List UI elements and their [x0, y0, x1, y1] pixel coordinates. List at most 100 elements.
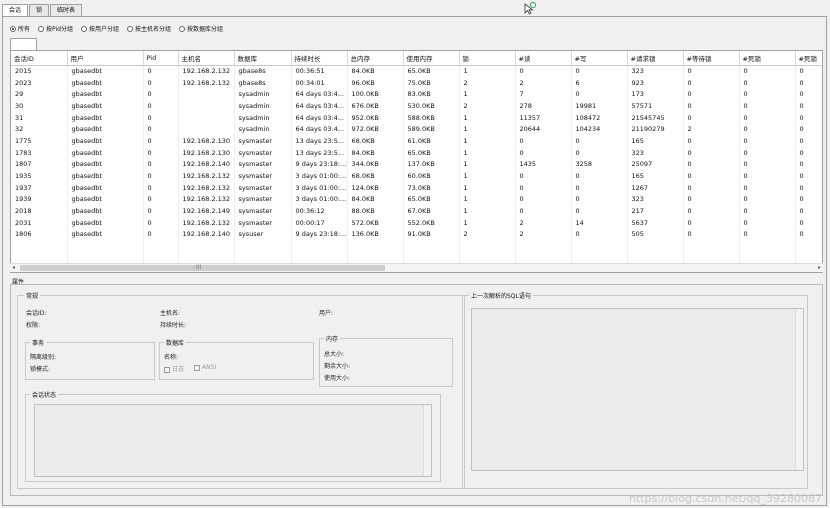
table-cell: 1783 — [11, 146, 68, 159]
table-cell: 0 — [739, 88, 796, 101]
column-header[interactable]: 用户 — [67, 51, 144, 66]
column-header[interactable]: 数据库 — [234, 51, 292, 66]
tab-temp-tables[interactable]: 临时表 — [50, 4, 83, 16]
table-cell — [234, 252, 292, 264]
transaction-group-title: 事务 — [30, 338, 47, 347]
table-cell: 68.0KB — [347, 135, 404, 147]
column-header[interactable]: Pid — [143, 51, 179, 66]
table-row[interactable]: 32 gbasedbt 0 sysadmin 64 days 03:4... 972.0K… — [11, 123, 822, 136]
table-row[interactable]: 29 gbasedbt 0 sysadmin 64 days 03:4... 100.0K… — [11, 88, 822, 101]
table-row[interactable]: 2031 gbasedbt 0 192.168.2.132 sysmaster 00:00… — [11, 216, 822, 229]
scroll-right-icon[interactable]: ▸ — [818, 264, 821, 271]
radio-all[interactable]: 所有 — [10, 24, 30, 33]
column-header[interactable]: #等待锁 — [683, 51, 740, 66]
table-row[interactable]: 1935 gbasedbt 0 192.168.2.132 sysmaster 3 day… — [11, 170, 822, 182]
table-cell: 84.0KB — [347, 65, 404, 77]
table-cell: 0 — [683, 146, 740, 159]
grid-subtab[interactable] — [10, 38, 37, 50]
table-row[interactable]: 1806 gbasedbt 0 192.168.2.140 sysuser 9 days … — [11, 228, 822, 241]
table-cell: 124.0KB — [347, 181, 404, 194]
table-row[interactable]: 2015 gbasedbt 0 192.168.2.132 gbase8s 00:36:5… — [11, 65, 822, 77]
table-cell: 31 — [11, 111, 68, 124]
table-row[interactable]: 1807 gbasedbt 0 192.168.2.140 sysmaster 9 day… — [11, 158, 822, 171]
table-cell: 0 — [795, 181, 822, 194]
table-cell — [67, 252, 144, 264]
table-cell — [178, 111, 235, 124]
table-row[interactable]: 2018 gbasedbt 0 192.168.2.149 sysmaster 00:36… — [11, 205, 822, 217]
table-cell: 2 — [459, 100, 516, 112]
table-row[interactable]: 2023 gbasedbt 0 192.168.2.132 gbase8s 00:34:0… — [11, 76, 822, 89]
table-cell: 1 — [459, 135, 516, 147]
table-cell — [795, 240, 822, 252]
table-cell: 61.0KB — [403, 135, 460, 147]
column-header[interactable]: 会话ID — [11, 51, 68, 66]
column-header[interactable]: 持续时长 — [291, 51, 348, 66]
table-cell — [347, 252, 404, 264]
table-cell: 323 — [627, 146, 684, 159]
table-row[interactable]: 1937 gbasedbt 0 192.168.2.132 sysmaster 3 day… — [11, 181, 822, 194]
table-cell: 0 — [795, 65, 822, 77]
table-cell: 0 — [795, 135, 822, 147]
table-row[interactable]: 30 gbasedbt 0 sysadmin 64 days 03:4... 676.0K… — [11, 100, 822, 112]
vertical-scrollbar[interactable] — [423, 405, 431, 476]
log-checkbox[interactable]: 日志 — [164, 364, 184, 373]
table-row[interactable]: 1783 gbasedbt 0 192.168.2.130 sysmaster 13 da… — [11, 146, 822, 159]
table-cell: 0 — [143, 228, 179, 241]
vertical-scrollbar[interactable] — [795, 309, 803, 470]
table-cell: 32 — [11, 123, 68, 136]
table-cell: 14 — [571, 216, 628, 229]
memory-group-title: 内存 — [324, 334, 341, 343]
table-cell: gbasedbt — [67, 158, 144, 171]
ansi-checkbox[interactable]: ANSI — [194, 364, 216, 371]
column-header[interactable]: #死锁 — [795, 51, 822, 66]
table-cell: 1435 — [515, 158, 572, 171]
column-header[interactable]: #写 — [571, 51, 628, 66]
table-cell: 192.168.2.140 — [178, 228, 235, 241]
table-cell: sysmaster — [234, 146, 292, 159]
scroll-left-icon[interactable]: ◂ — [12, 264, 15, 271]
table-cell: 60.0KB — [403, 170, 460, 182]
table-row[interactable]: 31 gbasedbt 0 sysadmin 64 days 03:4... 952.0K… — [11, 111, 822, 124]
table-cell: 0 — [795, 228, 822, 241]
database-group: 数据库 名称: 日志 ANSI — [159, 338, 314, 380]
scrollbar-thumb[interactable] — [20, 265, 385, 271]
column-header[interactable]: 主机名 — [178, 51, 235, 66]
table-cell: 1267 — [627, 181, 684, 194]
table-cell: 65.0KB — [403, 65, 460, 77]
radio-by-host[interactable]: 按主机名分组 — [127, 24, 171, 33]
table-cell: 00:36:12 — [291, 205, 348, 217]
table-cell: 0 — [143, 170, 179, 182]
table-cell: 25097 — [627, 158, 684, 171]
table-cell: 2015 — [11, 65, 68, 77]
table-row[interactable]: 1939 gbasedbt 0 192.168.2.132 sysmaster 3 day… — [11, 193, 822, 206]
column-header[interactable]: 总内存 — [347, 51, 404, 66]
table-cell: sysuser — [234, 228, 292, 241]
radio-by-pid[interactable]: 按Pid分组 — [38, 24, 73, 33]
session-state-textarea[interactable] — [34, 404, 432, 477]
log-checkbox-label: 日志 — [172, 366, 185, 373]
column-header[interactable]: 使用内存 — [403, 51, 460, 66]
table-cell: 0 — [683, 181, 740, 194]
table-cell: 57571 — [627, 100, 684, 112]
sql-textarea[interactable] — [471, 308, 804, 471]
sessions-table: 会话ID 用户 Pid 主机名 数据库 持续时长 总内存 使用内存锁 #读 #写 #请求锁 #等待锁 #… — [10, 50, 823, 273]
table-cell: 1 — [459, 205, 516, 217]
radio-by-database[interactable]: 按数据库分组 — [179, 24, 223, 33]
table-cell: 20644 — [515, 123, 572, 136]
table-cell: sysadmin — [234, 100, 292, 112]
column-header[interactable]: 锁 — [459, 51, 516, 66]
column-header[interactable]: #读 — [515, 51, 572, 66]
radio-by-user[interactable]: 按用户分组 — [80, 24, 119, 33]
radio-label: 按数据库分组 — [187, 26, 224, 33]
table-cell: 0 — [571, 193, 628, 206]
table-cell: 2 — [683, 123, 740, 136]
table-cell: gbasedbt — [67, 146, 144, 159]
horizontal-scrollbar[interactable]: ◂ III ▸ — [10, 263, 823, 272]
table-cell — [178, 123, 235, 136]
table-cell: 1 — [459, 193, 516, 206]
column-header[interactable]: #死锁 — [739, 51, 796, 66]
table-cell: 0 — [795, 100, 822, 112]
table-row[interactable]: 1775 gbasedbt 0 192.168.2.130 sysmaster 13 da… — [11, 135, 822, 147]
column-header[interactable]: #请求锁 — [627, 51, 684, 66]
tab-locks[interactable]: 锁 — [29, 4, 50, 16]
